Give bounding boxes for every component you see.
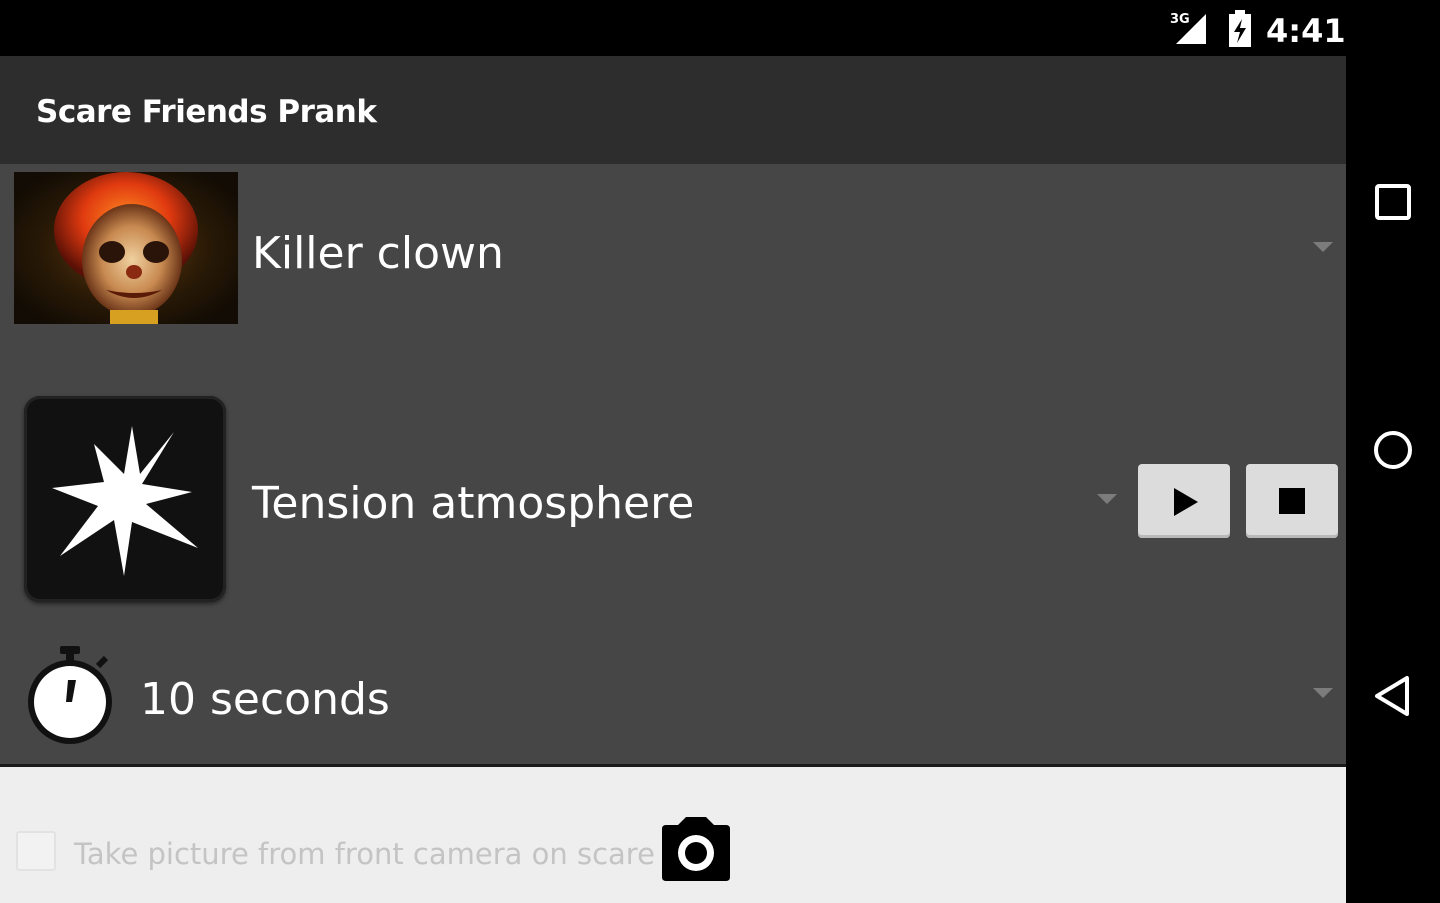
- timer-dropdown-arrow-icon: [1313, 688, 1333, 698]
- scare-selector[interactable]: Killer clown: [0, 164, 1346, 364]
- killer-clown-image: [14, 172, 238, 324]
- scare-selected-label: Killer clown: [252, 228, 504, 279]
- sound-dropdown-arrow-icon: [1097, 494, 1117, 504]
- signal-icon: 3G: [1170, 12, 1210, 46]
- photo-checkbox[interactable]: [16, 831, 56, 871]
- sound-selected-label: Tension atmosphere: [252, 478, 695, 529]
- explosion-icon: [24, 396, 226, 602]
- battery-icon: [1228, 10, 1252, 48]
- home-icon[interactable]: [1371, 428, 1415, 472]
- scare-dropdown-arrow-icon: [1313, 242, 1333, 252]
- timer-selected-label: 10 seconds: [140, 674, 390, 725]
- status-bar: 3G 4:41: [0, 0, 1440, 56]
- camera-icon[interactable]: [660, 817, 732, 883]
- timer-selector[interactable]: 10 seconds: [0, 630, 1346, 764]
- play-icon: [1174, 488, 1198, 516]
- action-bar: Scare Friends Prank: [0, 56, 1346, 164]
- sound-selector[interactable]: Tension atmosphere: [0, 382, 1346, 612]
- back-icon[interactable]: [1371, 674, 1415, 718]
- navigation-bar: [1346, 56, 1440, 900]
- recent-apps-icon[interactable]: [1371, 180, 1415, 224]
- app-window: Scare Friends Prank Killer clown Tension…: [0, 56, 1346, 903]
- stop-button[interactable]: [1246, 464, 1338, 538]
- app-title: Scare Friends Prank: [36, 94, 377, 130]
- stop-icon: [1279, 488, 1305, 514]
- play-button[interactable]: [1138, 464, 1230, 538]
- clock: 4:41: [1266, 12, 1346, 50]
- photo-option-label[interactable]: Take picture from front camera on scare: [74, 837, 655, 871]
- stopwatch-icon: [24, 642, 116, 746]
- photo-option-panel: Take picture from front camera on scare: [0, 764, 1346, 903]
